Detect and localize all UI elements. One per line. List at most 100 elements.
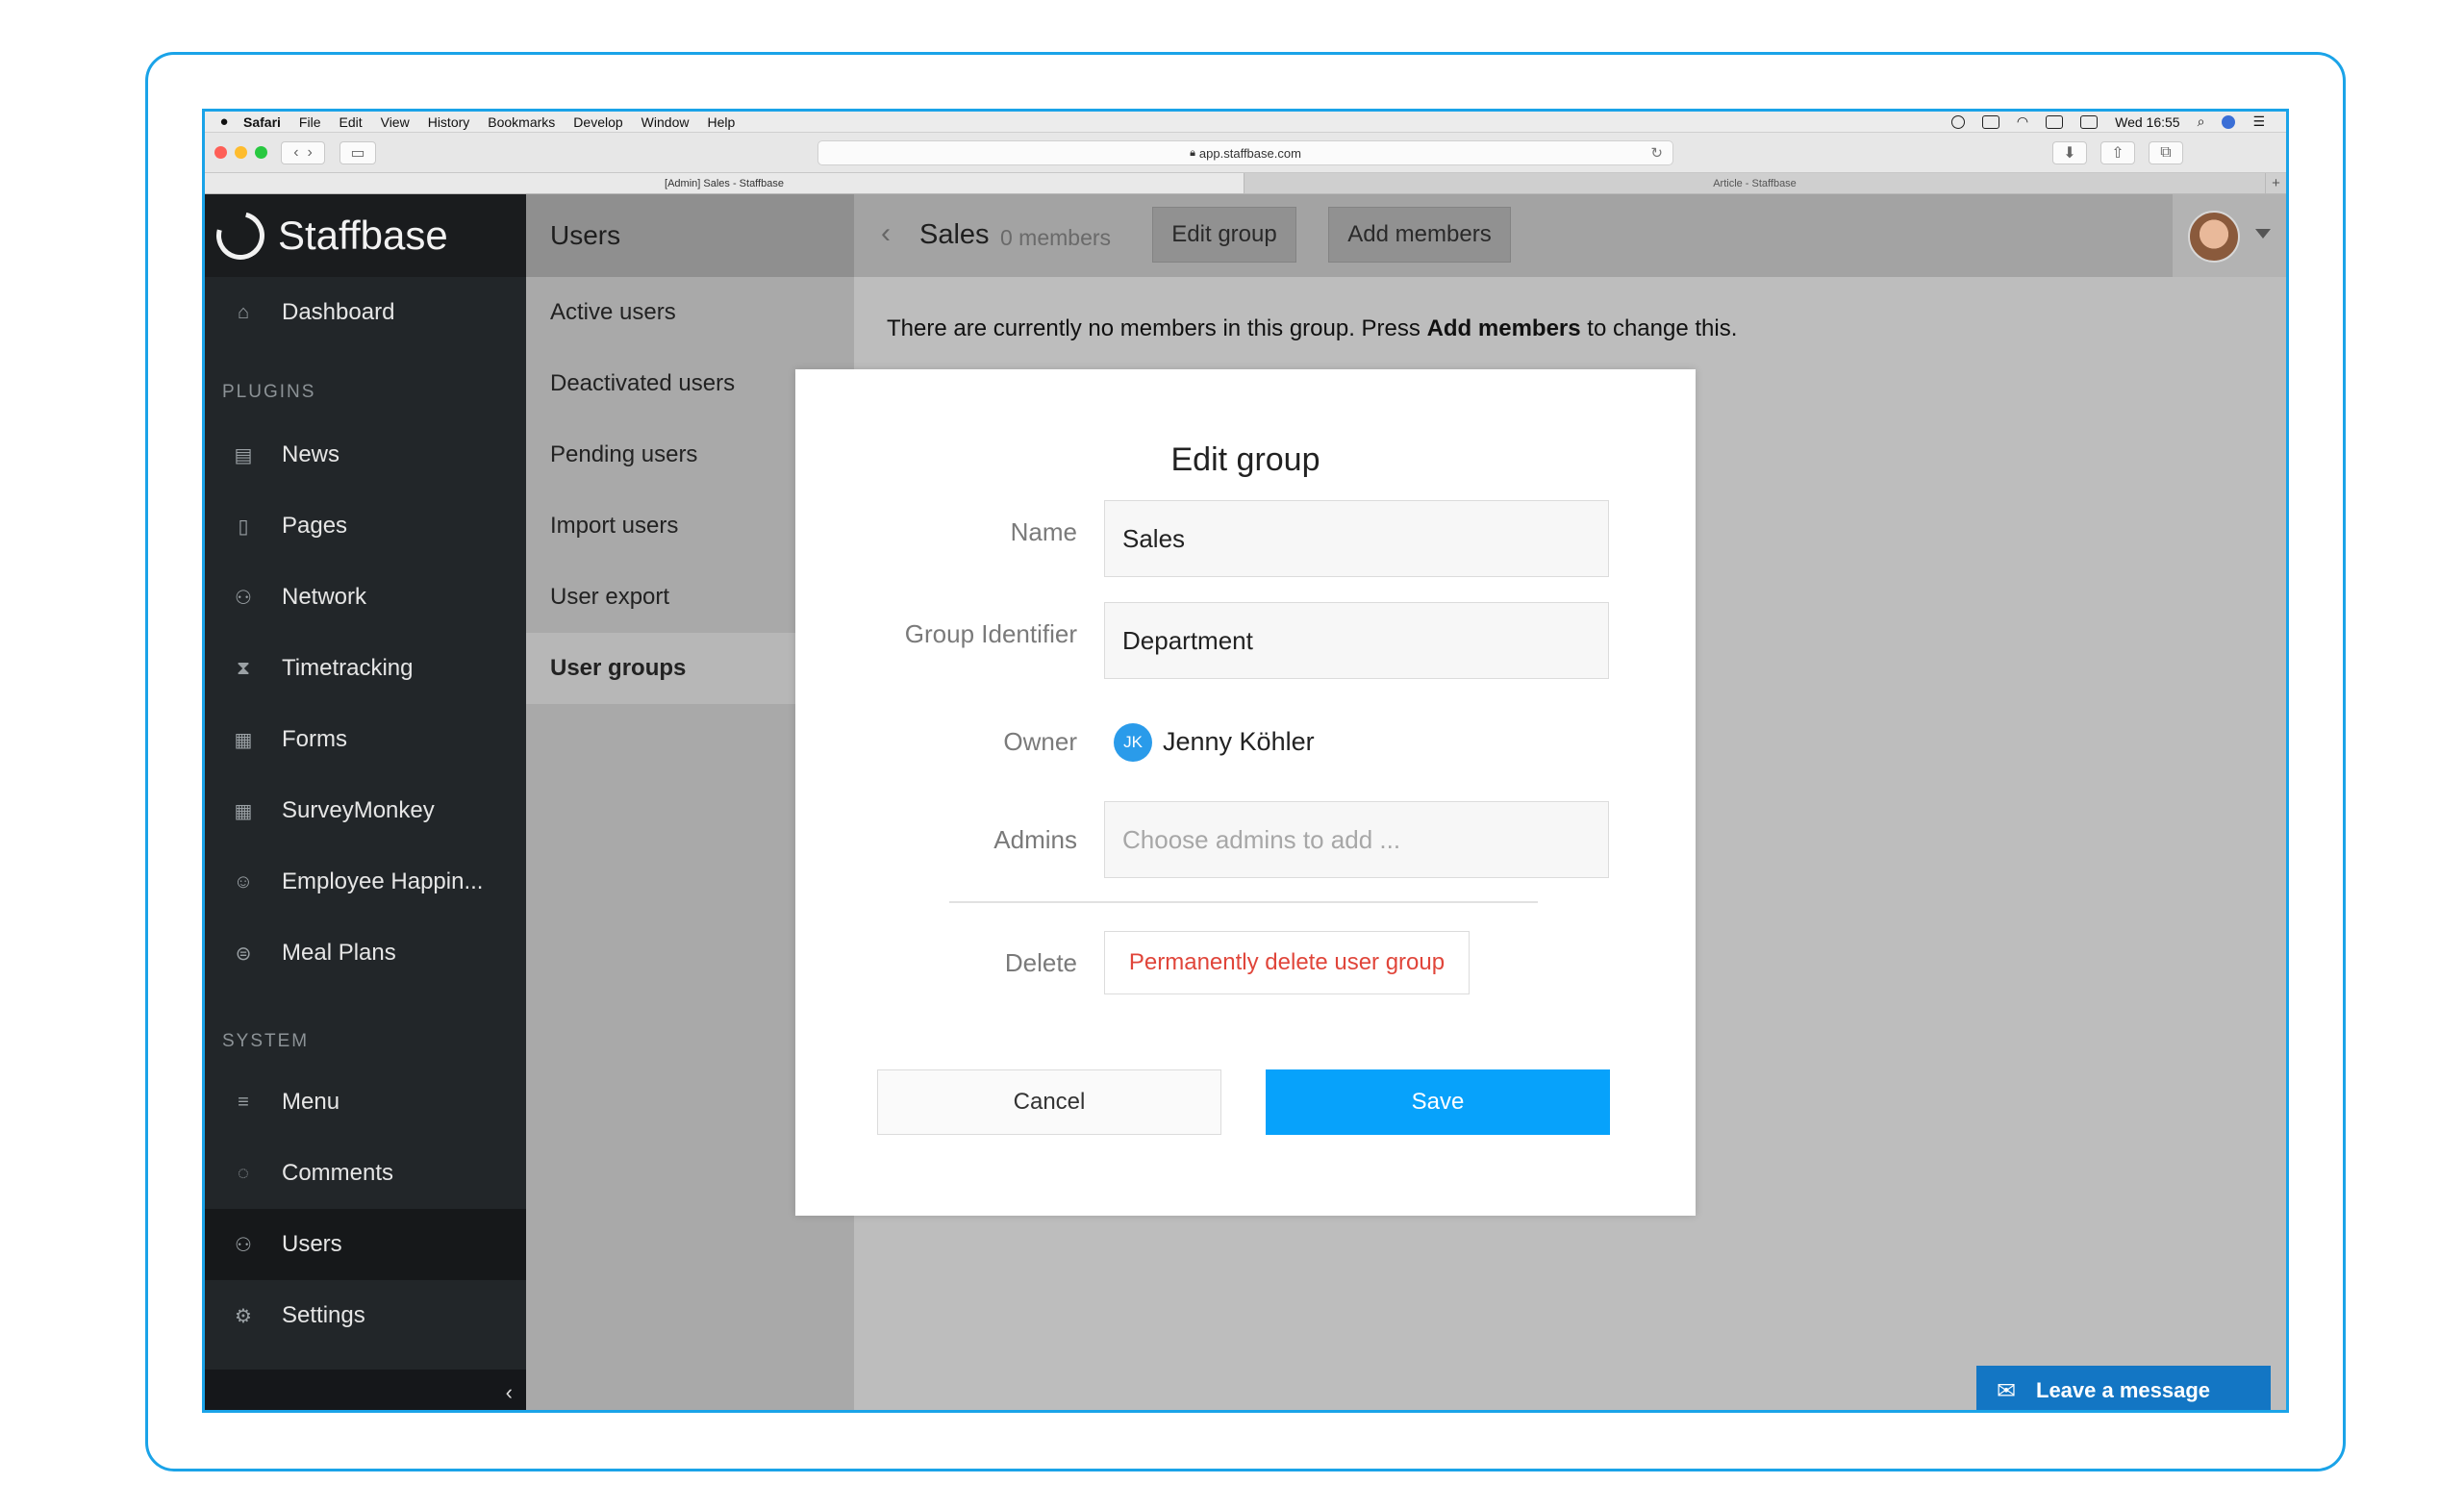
menu-view[interactable]: View	[381, 114, 410, 130]
sidebar-collapse-button[interactable]: ‹	[205, 1370, 526, 1410]
sidebar-item-meal-plans[interactable]: ⊜ Meal Plans	[205, 918, 526, 989]
sidebar-item-label: SurveyMonkey	[282, 797, 435, 823]
wifi-icon[interactable]: ◠	[2017, 113, 2028, 130]
menubar-clock[interactable]: Wed 16:55	[2115, 114, 2179, 130]
menu-window[interactable]: Window	[641, 114, 690, 130]
brand-logo[interactable]: Staffbase	[205, 194, 526, 277]
sidebar-item-forms[interactable]: ▦ Forms	[205, 704, 526, 775]
subnav-title: Users	[526, 194, 854, 277]
downloads-button[interactable]: ⬇	[2052, 141, 2087, 164]
subnav-item-active-users[interactable]: Active users	[526, 277, 854, 348]
admins-input[interactable]	[1104, 801, 1609, 878]
notification-center-icon[interactable]: ☰	[2252, 113, 2265, 130]
password-icon[interactable]	[1950, 114, 1965, 129]
new-tab-button[interactable]: +	[2265, 173, 2286, 193]
sidebar-item-label: Timetracking	[282, 655, 414, 681]
notice-text-end: to change this.	[1580, 315, 1738, 341]
sidebar-item-label: Meal Plans	[282, 940, 396, 966]
clipboard-icon: ▦	[234, 729, 253, 751]
delete-label: Delete	[1004, 948, 1077, 977]
delete-group-button[interactable]: Permanently delete user group	[1104, 931, 1470, 994]
sidebar-item-label: Settings	[282, 1302, 365, 1328]
chevron-left-icon: ‹	[505, 1380, 513, 1404]
minimize-window-icon[interactable]	[235, 146, 247, 159]
group-identifier-input[interactable]	[1104, 602, 1609, 679]
download-icon: ⬇	[2063, 145, 2076, 162]
member-count: 0 members	[1000, 225, 1112, 250]
name-input[interactable]	[1104, 500, 1609, 577]
gear-icon: ⚙	[235, 1305, 252, 1327]
menu-bookmarks[interactable]: Bookmarks	[488, 114, 555, 130]
menu-edit[interactable]: Edit	[339, 114, 362, 130]
tab-admin-sales[interactable]: [Admin] Sales - Staffbase	[205, 173, 1244, 193]
menubar-status: ◠ Wed 16:55 ⌕ ☰	[1950, 113, 2286, 130]
caret-down-icon[interactable]	[2255, 229, 2271, 239]
notice-text: There are currently no members in this g…	[887, 315, 1427, 341]
sidebar-item-label: News	[282, 441, 340, 467]
staffbase-app: Staffbase ⌂ Dashboard PLUGINS ▤ News ▯ P…	[205, 194, 2286, 1410]
menu-history[interactable]: History	[428, 114, 470, 130]
avatar[interactable]	[2188, 211, 2240, 263]
spotlight-icon[interactable]: ⌕	[2198, 113, 2205, 130]
lock-icon: 🔒︎	[1190, 146, 1195, 159]
close-window-icon[interactable]	[214, 146, 227, 159]
back-chevron-icon[interactable]: ‹	[881, 217, 891, 250]
burger-icon: ⊜	[235, 943, 252, 965]
menu-file[interactable]: File	[299, 114, 321, 130]
share-icon: ⇧	[2111, 145, 2125, 162]
user-menu[interactable]	[2173, 194, 2286, 277]
page-icon: ▯	[238, 516, 249, 538]
tab-article[interactable]: Article - Staffbase	[1244, 173, 2265, 193]
sidebar-item-label: Users	[282, 1231, 342, 1257]
admins-label: Admins	[993, 825, 1077, 854]
back-forward-buttons[interactable]: ‹ ›	[281, 141, 325, 164]
tabs-icon: ⧉	[2160, 144, 2172, 161]
apple-icon[interactable]: ●	[205, 113, 243, 130]
menu-safari[interactable]: Safari	[243, 114, 281, 130]
sidebar-item-timetracking[interactable]: ⧗ Timetracking	[205, 633, 526, 704]
menu-develop[interactable]: Develop	[573, 114, 622, 130]
siri-icon[interactable]	[2222, 114, 2236, 129]
group-title: Sales	[919, 219, 990, 250]
tabs-overview-button[interactable]: ⧉	[2149, 141, 2183, 164]
menu-help[interactable]: Help	[707, 114, 735, 130]
sidebar-item-comments[interactable]: ◌ Comments	[205, 1138, 526, 1209]
sidebar-item-dashboard[interactable]: ⌂ Dashboard	[205, 277, 526, 348]
share-button[interactable]: ⇧	[2100, 141, 2135, 164]
leave-message-widget[interactable]: ✉ Leave a message	[1976, 1366, 2271, 1410]
browser-tabbar: [Admin] Sales - Staffbase Article - Staf…	[205, 173, 2286, 194]
sidebar-item-pages[interactable]: ▯ Pages	[205, 490, 526, 562]
sidebar-item-label: Forms	[282, 726, 347, 752]
sidebar-item-menu[interactable]: ≡ Menu	[205, 1067, 526, 1138]
edit-group-button[interactable]: Edit group	[1152, 207, 1296, 263]
home-icon: ⌂	[237, 301, 250, 323]
sidebar-item-employee-happiness[interactable]: ☺ Employee Happin...	[205, 846, 526, 918]
sidebar-item-label: Dashboard	[282, 299, 395, 325]
dialog-title: Edit group	[1170, 441, 1320, 478]
owner-label: Owner	[1003, 727, 1077, 756]
hamburger-icon: ≡	[238, 1091, 249, 1113]
battery-icon[interactable]	[2080, 114, 2099, 129]
add-members-button[interactable]: Add members	[1328, 207, 1511, 263]
sidebar-item-settings[interactable]: ⚙ Settings	[205, 1280, 526, 1351]
sidebar-item-news[interactable]: ▤ News	[205, 419, 526, 490]
chevron-left-icon[interactable]: ‹	[293, 144, 298, 162]
brand-name: Staffbase	[278, 213, 448, 258]
browser-toolbar: ‹ › ▭ 🔒︎ app.staffbase.com ↻ ⬇ ⇧ ⧉	[205, 133, 2286, 173]
zoom-window-icon[interactable]	[255, 146, 267, 159]
empty-group-notice: There are currently no members in this g…	[887, 315, 1737, 342]
airplay-icon[interactable]	[2046, 114, 2064, 129]
sidebar-item-users[interactable]: ⚇ Users	[205, 1209, 526, 1280]
address-bar[interactable]: 🔒︎ app.staffbase.com ↻	[817, 140, 1673, 165]
sidebar-item-surveymonkey[interactable]: ▦ SurveyMonkey	[205, 775, 526, 846]
sync-icon[interactable]	[1981, 114, 1999, 129]
reload-icon[interactable]: ↻	[1650, 144, 1663, 162]
chevron-right-icon[interactable]: ›	[307, 144, 312, 162]
sidebar-item-label: Comments	[282, 1160, 394, 1186]
save-button[interactable]: Save	[1266, 1069, 1610, 1135]
sidebar-toggle-button[interactable]: ▭	[339, 141, 376, 164]
cancel-button[interactable]: Cancel	[877, 1069, 1221, 1135]
sidebar-item-network[interactable]: ⚇ Network	[205, 562, 526, 633]
envelope-icon: ✉	[1996, 1377, 2017, 1404]
leave-message-label: Leave a message	[2036, 1378, 2211, 1402]
